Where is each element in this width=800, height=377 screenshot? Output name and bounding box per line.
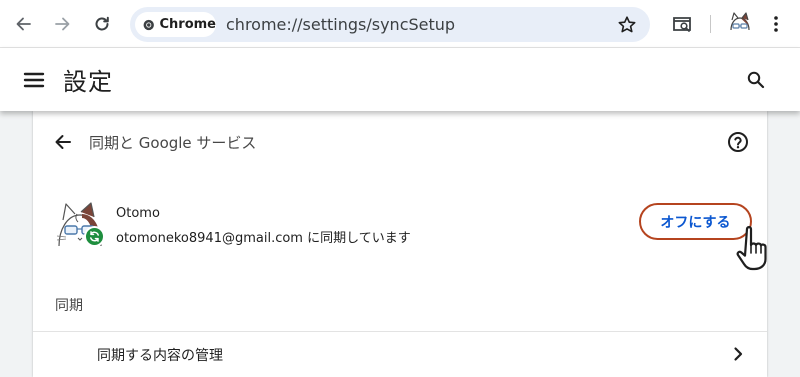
main-menu-button[interactable]: [22, 68, 46, 92]
browser-toolbar: Chrome chrome://settings/syncSetup: [0, 0, 800, 48]
sync-section-heading: 同期: [55, 298, 83, 314]
help-icon: [728, 132, 748, 152]
back-arrow-icon: [55, 135, 71, 149]
account-sync-status: otomoneko8941@gmail.com に同期しています: [116, 231, 411, 246]
manage-sync-label: 同期する内容の管理: [97, 348, 223, 364]
section-title: 同期と Google サービス: [89, 134, 257, 152]
account-name: Otomo: [116, 206, 160, 221]
sync-icon: [90, 231, 99, 242]
forward-icon: [55, 17, 70, 31]
site-chip-label: Chrome: [159, 17, 216, 32]
site-chip[interactable]: Chrome: [135, 12, 216, 37]
hamburger-menu-icon: [23, 72, 45, 88]
search-tabs-icon: [673, 17, 691, 32]
omnibox[interactable]: Chrome chrome://settings/syncSetup: [130, 7, 650, 42]
more-menu-button[interactable]: [760, 8, 792, 40]
help-button[interactable]: [726, 130, 750, 154]
back-button[interactable]: [8, 8, 40, 40]
search-tabs-button[interactable]: [666, 8, 698, 40]
chevron-right-icon: [727, 343, 749, 365]
page-title: 設定: [63, 68, 113, 96]
hand-pointer-icon: [733, 223, 781, 273]
bookmark-button[interactable]: [613, 11, 641, 39]
profile-avatar-button[interactable]: [726, 10, 754, 38]
reload-button[interactable]: [86, 8, 118, 40]
more-menu-icon: [774, 16, 778, 32]
sync-settings-card: 同期と Google サービス Otomo otomoneko8941@gmai…: [33, 111, 767, 377]
bookmark-star-icon: [618, 16, 636, 33]
back-to-settings-button[interactable]: [51, 130, 75, 154]
toolbar-separator: [710, 15, 711, 33]
forward-button[interactable]: [46, 8, 78, 40]
url-text[interactable]: chrome://settings/syncSetup: [226, 15, 455, 34]
reload-icon: [95, 16, 109, 31]
back-icon: [16, 17, 31, 31]
manage-sync-row[interactable]: 同期する内容の管理: [33, 332, 767, 377]
chrome-logo-icon: [143, 19, 154, 30]
settings-search-button[interactable]: [742, 66, 770, 94]
profile-avatar-icon: [726, 10, 754, 38]
sync-status-badge: [84, 226, 105, 247]
settings-header: 設定: [0, 48, 800, 111]
search-icon: [747, 71, 765, 89]
